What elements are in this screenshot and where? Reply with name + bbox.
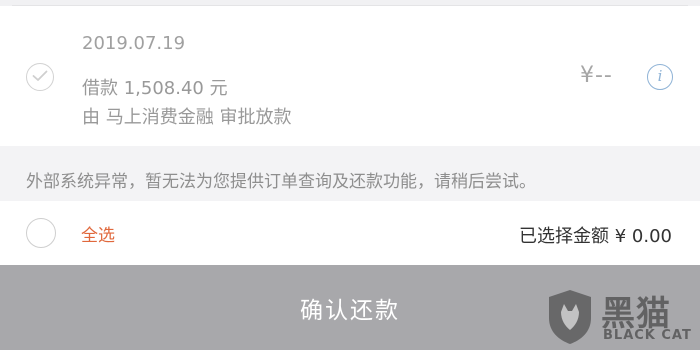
checkmark-icon <box>32 70 48 81</box>
watermark-en-text: BLACK CAT <box>603 328 692 343</box>
loan-repay-amount: ¥-- <box>580 63 613 88</box>
info-icon[interactable]: i <box>647 64 673 90</box>
loan-amount: 借款 1,508.40 元 <box>82 78 228 99</box>
selected-amount: 已选择金额 ¥ 0.00 <box>519 226 672 247</box>
select-all-label[interactable]: 全选 <box>81 221 115 246</box>
select-all-checkbox[interactable] <box>26 218 56 248</box>
selection-bar: 全选 已选择金额 ¥ 0.00 <box>0 201 700 265</box>
loan-lender: 由 马上消费金融 审批放款 <box>82 107 292 128</box>
loan-item[interactable]: 2019.07.19 借款 1,508.40 元 由 马上消费金融 审批放款 ¥… <box>0 6 700 146</box>
black-cat-logo-icon <box>549 290 591 344</box>
loan-select-checkbox[interactable] <box>26 63 54 91</box>
error-notice: 外部系统异常，暂无法为您提供订单查询及还款功能，请稍后尝试。 <box>0 146 700 201</box>
error-notice-text: 外部系统异常，暂无法为您提供订单查询及还款功能，请稍后尝试。 <box>26 172 536 192</box>
loan-date: 2019.07.19 <box>82 33 186 54</box>
black-cat-watermark: 黑猫 BLACK CAT <box>545 282 700 350</box>
